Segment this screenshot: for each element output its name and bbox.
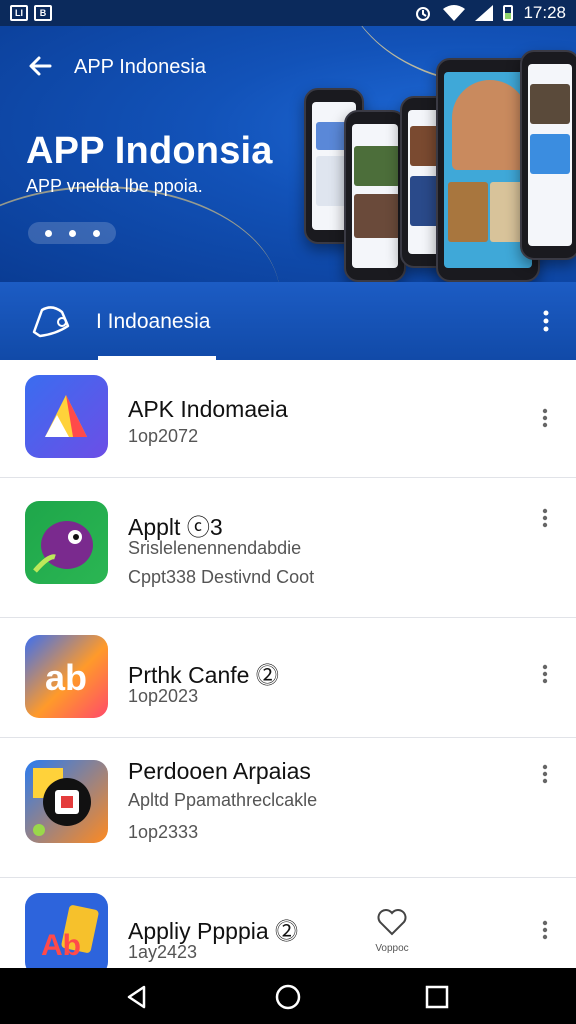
notification-badge-icon: B — [34, 5, 52, 21]
list-item[interactable]: ab Prthk Canfe ⓶ 1op2023 — [0, 618, 576, 738]
app-description: Apltd Ppamathreclcakle — [128, 790, 318, 810]
more-vertical-icon[interactable] — [542, 310, 550, 332]
more-vertical-icon[interactable] — [542, 664, 548, 684]
app-name: Applt ⓒ3 — [128, 514, 223, 540]
list-item[interactable]: APK Indomaeia 1op2072 — [0, 360, 576, 478]
favorite-button[interactable]: Voppoc — [368, 908, 416, 958]
megaphone-icon[interactable] — [28, 302, 76, 342]
carousel-indicator[interactable] — [28, 222, 116, 244]
favorite-label: Voppoc — [375, 943, 409, 954]
home-circle-icon[interactable] — [275, 984, 301, 1010]
phone-mockup-image — [344, 110, 406, 282]
tab-bar: I Indoanesia — [0, 282, 576, 360]
alarm-icon — [416, 7, 431, 21]
phone-mockup-image — [520, 50, 576, 260]
app-name: APK Indomaeia — [128, 396, 288, 422]
more-vertical-icon[interactable] — [542, 408, 548, 428]
hero-banner: APP Indonesia APP Indonsia APP vnelda lb… — [0, 26, 576, 282]
app-description: Srislelenennendabdie — [128, 538, 302, 558]
back-triangle-icon[interactable] — [124, 984, 150, 1010]
more-vertical-icon[interactable] — [542, 508, 548, 528]
list-item[interactable]: Perdooen Arpaias Apltd Ppamathreclcakle … — [0, 738, 576, 878]
svg-text:Ab: Ab — [41, 929, 81, 962]
ad-logo-icon: Ab — [25, 893, 108, 976]
notification-badge-icon: LI — [10, 5, 28, 21]
wifi-icon — [443, 5, 466, 21]
app-name: Appliy Ppppia ⓶ — [128, 918, 299, 944]
app-meta: 1op2023 — [128, 686, 199, 706]
more-vertical-icon[interactable] — [542, 764, 548, 784]
app-name: Perdooen Arpaias — [128, 758, 311, 784]
app-meta: 1op2072 — [128, 426, 199, 446]
app-meta: Cppt338 Destivnd Coot — [128, 567, 315, 587]
app-meta: 1ay2423 — [128, 942, 198, 962]
back-arrow-icon[interactable] — [26, 52, 54, 80]
recents-square-icon[interactable] — [424, 984, 450, 1010]
tab-indonesia[interactable]: I Indoanesia — [96, 310, 210, 334]
signal-icon — [475, 5, 494, 21]
green-bird-logo-icon — [25, 501, 108, 584]
system-nav-bar — [0, 968, 576, 1024]
app-name: Prthk Canfe ⓶ — [128, 662, 279, 688]
battery-icon — [503, 5, 514, 21]
heart-icon — [377, 909, 407, 936]
status-bar: LI B 17:28 — [0, 0, 576, 26]
nav-title: APP Indonesia — [74, 56, 206, 78]
more-vertical-icon[interactable] — [542, 920, 548, 940]
list-item[interactable]: Ab Appliy Ppppia ⓶ 1ay2423 — [0, 878, 576, 976]
ab-logo-icon: ab — [25, 635, 108, 718]
clock: 17:28 — [523, 3, 566, 22]
app-meta: 1op2333 — [128, 822, 199, 842]
svg-text:ab: ab — [45, 657, 87, 698]
hero-subtitle: APP vnelda lbe ppoia. — [26, 176, 203, 196]
list-item[interactable]: Applt ⓒ3 Srislelenennendabdie Cppt338 De… — [0, 478, 576, 618]
photo-logo-icon — [25, 760, 108, 843]
hero-title: APP Indonsia — [26, 130, 273, 172]
triangle-logo-icon — [25, 375, 108, 458]
